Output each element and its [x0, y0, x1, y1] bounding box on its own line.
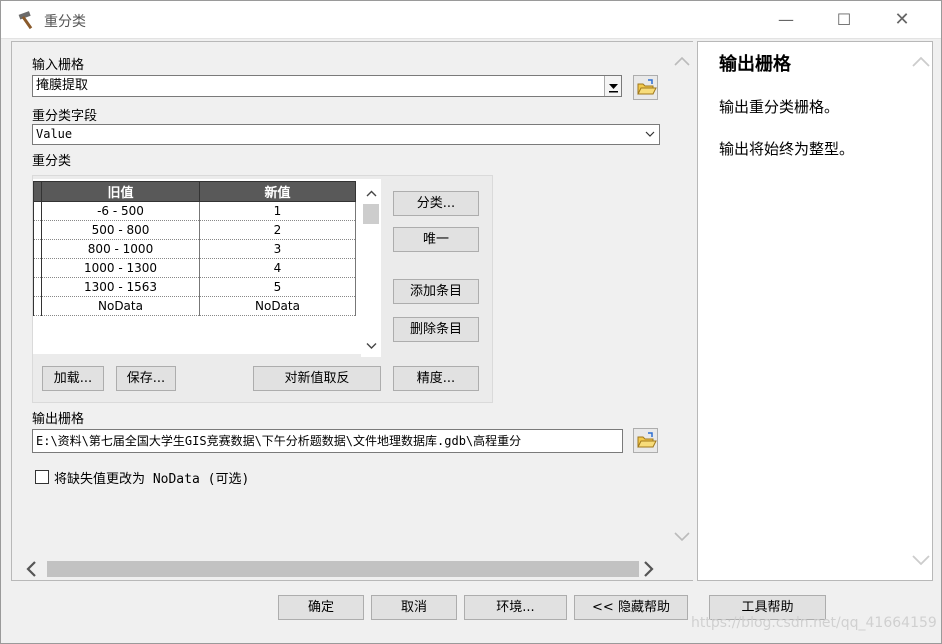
input-raster-label: 输入栅格 [32, 58, 85, 73]
precision-button[interactable]: 精度... [393, 366, 479, 391]
chevron-down-icon[interactable] [674, 532, 690, 542]
help-paragraph: 输出将始终为整型。 [719, 140, 855, 158]
parameters-horizontal-scrollbar[interactable] [13, 558, 673, 580]
table-scrollbar[interactable] [361, 182, 381, 357]
new-value-cell[interactable]: 2 [199, 220, 356, 240]
hide-help-button[interactable]: << 隐藏帮助 [574, 595, 688, 620]
environments-button[interactable]: 环境... [464, 595, 567, 620]
cancel-button[interactable]: 取消 [371, 595, 457, 620]
maximize-button[interactable]: ☐ [815, 1, 873, 39]
parameters-vertical-scrollbar[interactable] [671, 42, 693, 558]
reclassify-window: 重分类 — ☐ ✕ 输入栅格 掩膜提取 重分类字段 Value 重分类 旧值 新… [0, 0, 942, 644]
dialog-footer: 确定 取消 环境... << 隐藏帮助 工具帮助 [1, 583, 941, 643]
old-value-cell[interactable]: 800 - 1000 [41, 239, 200, 259]
table-row[interactable]: 1000 - 1300 4 [33, 258, 356, 278]
table-scroll-thumb[interactable] [363, 204, 379, 224]
unique-button[interactable]: 唯一 [393, 227, 479, 252]
new-value-cell[interactable]: 3 [199, 239, 356, 259]
row-selector[interactable] [33, 220, 42, 240]
output-raster-value: E:\资料\第七届全国大学生GIS竞赛数据\下午分析题数据\文件地理数据库.gd… [36, 434, 522, 448]
row-selector[interactable] [33, 296, 42, 316]
chevron-up-icon[interactable] [366, 190, 377, 198]
help-title: 输出栅格 [719, 54, 791, 75]
column-header-new-value: 新值 [199, 181, 356, 202]
new-value-cell[interactable]: NoData [199, 296, 356, 316]
row-selector[interactable] [33, 258, 42, 278]
load-button[interactable]: 加载... [42, 366, 104, 391]
open-folder-icon [637, 432, 657, 448]
title-bar: 重分类 — ☐ ✕ [1, 1, 941, 39]
add-entry-button[interactable]: 添加条目 [393, 279, 479, 304]
horizontal-scroll-thumb[interactable] [47, 561, 639, 577]
chevron-up-icon[interactable] [674, 56, 690, 66]
table-row[interactable]: 500 - 800 2 [33, 220, 356, 240]
save-button[interactable]: 保存... [116, 366, 176, 391]
chevron-up-icon[interactable] [912, 56, 930, 68]
open-folder-icon [637, 79, 657, 95]
chevron-down-icon[interactable] [912, 554, 930, 566]
old-value-cell[interactable]: 1300 - 1563 [41, 277, 200, 297]
parameters-pane: 输入栅格 掩膜提取 重分类字段 Value 重分类 旧值 新值 -6 - 500… [11, 41, 693, 581]
chevron-down-icon [645, 131, 655, 137]
classify-button[interactable]: 分类... [393, 191, 479, 216]
input-raster-dropdown-button[interactable] [604, 76, 621, 96]
old-value-cell[interactable]: 500 - 800 [41, 220, 200, 240]
help-pane: 输出栅格 输出重分类栅格。 输出将始终为整型。 [697, 41, 933, 581]
old-value-cell[interactable]: -6 - 500 [41, 201, 200, 221]
chevron-right-icon[interactable] [643, 561, 655, 577]
nodata-checkbox-label[interactable]: 将缺失值更改为 NoData (可选) [54, 468, 249, 487]
table-row[interactable]: 800 - 1000 3 [33, 239, 356, 259]
old-value-cell[interactable]: 1000 - 1300 [41, 258, 200, 278]
output-raster-label: 输出栅格 [32, 412, 85, 427]
chevron-down-icon [609, 84, 618, 93]
watermark-text: https://blog.csdn.net/qq_41664159 [691, 615, 937, 631]
new-value-cell[interactable]: 1 [199, 201, 356, 221]
reclassification-grid: 旧值 新值 -6 - 500 1 500 - 800 2 800 - 1000 … [33, 179, 381, 357]
nodata-checkbox[interactable] [35, 470, 49, 484]
ok-button[interactable]: 确定 [278, 595, 364, 620]
window-title: 重分类 [44, 14, 86, 30]
new-value-cell[interactable]: 5 [199, 277, 356, 297]
output-raster-browse-button[interactable] [633, 428, 658, 453]
reclass-field-combo[interactable]: Value [32, 124, 660, 145]
table-row[interactable]: NoData NoData [33, 296, 356, 316]
reverse-new-values-button[interactable]: 对新值取反 [253, 366, 381, 391]
reclassification-panel: 旧值 新值 -6 - 500 1 500 - 800 2 800 - 1000 … [32, 175, 493, 403]
row-selector[interactable] [33, 277, 42, 297]
table-header-row: 旧值 新值 [33, 181, 356, 202]
table-row[interactable]: -6 - 500 1 [33, 201, 356, 221]
minimize-button[interactable]: — [757, 1, 815, 39]
row-selector[interactable] [33, 201, 42, 221]
chevron-down-icon[interactable] [366, 342, 377, 350]
old-value-cell[interactable]: NoData [41, 296, 200, 316]
row-selector-header [33, 181, 42, 202]
table-row[interactable]: 1300 - 1563 5 [33, 277, 356, 297]
chevron-left-icon[interactable] [25, 561, 37, 577]
delete-entry-button[interactable]: 删除条目 [393, 317, 479, 342]
input-raster-value: 掩膜提取 [36, 78, 89, 93]
input-raster-browse-button[interactable] [633, 75, 658, 100]
close-button[interactable]: ✕ [873, 1, 931, 39]
column-header-old-value: 旧值 [41, 181, 200, 202]
new-value-cell[interactable]: 4 [199, 258, 356, 278]
reclass-field-label: 重分类字段 [32, 109, 98, 124]
help-paragraph: 输出重分类栅格。 [719, 98, 840, 116]
reclassification-table: 旧值 新值 -6 - 500 1 500 - 800 2 800 - 1000 … [33, 181, 356, 316]
reclass-field-value: Value [36, 127, 73, 141]
row-selector[interactable] [33, 239, 42, 259]
output-raster-input[interactable]: E:\资料\第七届全国大学生GIS竞赛数据\下午分析题数据\文件地理数据库.gd… [32, 429, 623, 453]
reclassification-label: 重分类 [32, 154, 72, 169]
input-raster-combo[interactable]: 掩膜提取 [32, 75, 622, 97]
hammer-icon [18, 11, 33, 30]
